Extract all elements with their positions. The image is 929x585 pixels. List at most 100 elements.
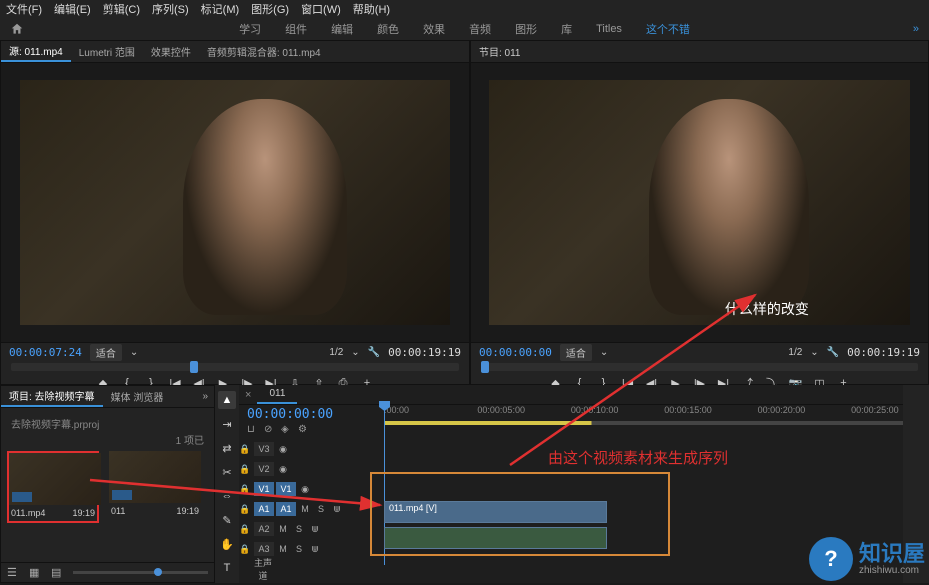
project-item-count: 1 项已 [176, 432, 204, 447]
program-timecode-in[interactable]: 00:00:00:00 [479, 346, 552, 359]
project-bin[interactable]: 去除视频字幕.prproj 1 项已 011.mp4 19:19 011 19:19 [1, 408, 214, 562]
list-view-icon[interactable]: ☰ [7, 566, 21, 580]
timeline-ruler[interactable]: :00:00 00:00:05:00 00:00:10:00 00:00:15:… [384, 405, 903, 439]
solo-icon[interactable]: S [291, 544, 307, 554]
track-a1-source[interactable]: A1 [254, 502, 274, 516]
source-fit-dropdown[interactable]: 适合 [90, 344, 122, 361]
tab-lumetri[interactable]: Lumetri 范围 [71, 41, 143, 62]
tab-effect-controls[interactable]: 效果控件 [143, 41, 199, 62]
source-monitor-video[interactable] [1, 63, 469, 342]
eye-icon[interactable]: ◉ [297, 484, 313, 495]
source-scrub-bar[interactable] [11, 363, 459, 371]
program-panel-tabs: 节目: 011 [471, 41, 928, 63]
work-area-bar[interactable] [384, 421, 903, 425]
home-icon[interactable] [10, 22, 24, 36]
timeline-close-icon[interactable]: × [239, 389, 257, 401]
source-panel-tabs: 源: 011.mp4 Lumetri 范围 效果控件 音频剪辑混合器: 011.… [1, 41, 469, 63]
settings-icon[interactable]: ⚙ [298, 424, 310, 436]
markers-icon[interactable]: ◈ [281, 424, 293, 436]
solo-icon[interactable]: S [291, 524, 307, 534]
menu-sequence[interactable]: 序列(S) [152, 1, 189, 17]
ruler-tick: 00:00:20:00 [758, 405, 806, 415]
voiceover-icon[interactable]: ⋓ [307, 524, 323, 535]
menu-edit[interactable]: 编辑(E) [54, 1, 91, 17]
timeline-sequence-tab[interactable]: 011 [257, 385, 297, 404]
snap-icon[interactable]: ⊔ [247, 424, 259, 436]
program-scrub-bar[interactable] [481, 363, 918, 371]
workspace-overflow-icon[interactable]: » [913, 23, 919, 35]
pen-tool[interactable]: ✎ [218, 511, 236, 529]
workspace-color[interactable]: 颜色 [377, 21, 399, 37]
slip-tool[interactable]: ⇔ [218, 487, 236, 505]
menu-graphics[interactable]: 图形(G) [251, 1, 289, 17]
menu-markers[interactable]: 标记(M) [201, 1, 240, 17]
voiceover-icon[interactable]: ⋓ [307, 544, 323, 555]
workspace-audio[interactable]: 音频 [469, 21, 491, 37]
menu-help[interactable]: 帮助(H) [353, 1, 390, 17]
eye-icon[interactable]: ◉ [275, 464, 291, 475]
voiceover-icon[interactable]: ⋓ [329, 504, 345, 515]
panel-overflow-icon[interactable]: » [196, 391, 214, 402]
track-a2-toggle[interactable]: A2 [254, 522, 274, 536]
type-tool[interactable]: T [218, 559, 236, 577]
mute-icon[interactable]: M [275, 524, 291, 534]
track-select-tool[interactable]: ⇥ [218, 415, 236, 433]
workspace-graphics[interactable]: 图形 [515, 21, 537, 37]
program-label[interactable]: 节目: 011 [471, 44, 529, 59]
tab-source[interactable]: 源: 011.mp4 [1, 41, 71, 62]
project-item-sequence[interactable]: 011 19:19 [109, 451, 201, 523]
track-v1-toggle[interactable]: V1 [276, 482, 296, 496]
track-v2-toggle[interactable]: V2 [254, 462, 274, 476]
wrench-icon[interactable]: 🔧 [368, 347, 380, 358]
workspace-custom[interactable]: 这个不错 [646, 21, 690, 37]
tab-project[interactable]: 项目: 去除视频字幕 [1, 386, 103, 407]
tab-audio-mixer[interactable]: 音频剪辑混合器: 011.mp4 [199, 41, 329, 62]
track-v1-source[interactable]: V1 [254, 482, 274, 496]
razor-tool[interactable]: ✂ [218, 463, 236, 481]
tab-media-browser[interactable]: 媒体 浏览器 [103, 386, 172, 407]
workspace-titles[interactable]: Titles [596, 23, 622, 35]
project-filename: 去除视频字幕.prproj [7, 414, 208, 433]
workspace-learn[interactable]: 学习 [239, 21, 261, 37]
linked-selection-icon[interactable]: ⊘ [264, 424, 276, 436]
workspace-assembly[interactable]: 组件 [285, 21, 307, 37]
menu-window[interactable]: 窗口(W) [301, 1, 341, 17]
source-timecode-in[interactable]: 00:00:07:24 [9, 346, 82, 359]
monitors-row: 源: 011.mp4 Lumetri 范围 效果控件 音频剪辑混合器: 011.… [0, 40, 929, 385]
master-track-label: 主声道 [253, 554, 273, 584]
hand-tool[interactable]: ✋ [218, 535, 236, 553]
chevron-down-icon: ⌄ [351, 347, 359, 358]
icon-view-icon[interactable]: ▦ [29, 566, 43, 580]
annotation-text: 由这个视频素材来生成序列 [548, 447, 728, 468]
menu-clip[interactable]: 剪辑(C) [103, 1, 140, 17]
sequence-duration: 19:19 [176, 506, 199, 516]
project-item-clip[interactable]: 011.mp4 19:19 [7, 451, 99, 523]
track-v3-toggle[interactable]: V3 [254, 442, 274, 456]
program-timecode-out: 00:00:19:19 [847, 346, 920, 359]
wrench-icon[interactable]: 🔧 [827, 347, 839, 358]
program-scale-dropdown[interactable]: 1/2 [788, 347, 802, 358]
eye-icon[interactable]: ◉ [275, 444, 291, 455]
mute-icon[interactable]: M [297, 504, 313, 514]
track-a1-toggle[interactable]: A1 [276, 502, 296, 516]
program-fit-dropdown[interactable]: 适合 [560, 344, 592, 361]
selection-tool[interactable]: ▲ [218, 391, 236, 409]
timeline-timecode[interactable]: 00:00:00:00 [247, 407, 376, 422]
program-monitor-video[interactable]: 什么样的改变 [471, 63, 928, 342]
main-menu-bar: 文件(F) 编辑(E) 剪辑(C) 序列(S) 标记(M) 图形(G) 窗口(W… [0, 0, 929, 18]
freeform-view-icon[interactable]: ▤ [51, 566, 65, 580]
workspace-effects[interactable]: 效果 [423, 21, 445, 37]
workspace-editing[interactable]: 编辑 [331, 21, 353, 37]
solo-icon[interactable]: S [313, 504, 329, 514]
ripple-edit-tool[interactable]: ⇄ [218, 439, 236, 457]
source-scale-dropdown[interactable]: 1/2 [329, 347, 343, 358]
project-footer: ☰ ▦ ▤ [1, 562, 214, 582]
clip-name: 011.mp4 [11, 508, 45, 518]
clip-duration: 19:19 [72, 508, 95, 518]
sequence-name: 011 [111, 506, 125, 516]
watermark-brand: 知识屋 [859, 543, 925, 565]
mute-icon[interactable]: M [275, 544, 291, 554]
menu-file[interactable]: 文件(F) [6, 1, 42, 17]
zoom-slider[interactable] [73, 571, 208, 574]
workspace-library[interactable]: 库 [561, 21, 572, 37]
